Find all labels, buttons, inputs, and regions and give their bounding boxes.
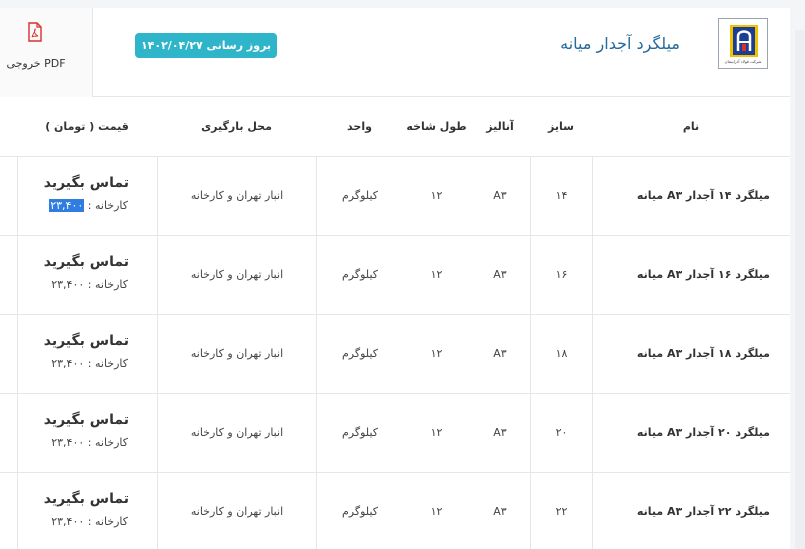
price-cell: تماس بگیرید کارخانه : ۲۳,۴۰۰ [17, 157, 157, 235]
location-cell: انبار تهران و کارخانه [157, 315, 316, 393]
pdf-export-button[interactable]: خروجی PDF [0, 8, 93, 97]
column-length-header[interactable]: طول شاخه [403, 97, 470, 157]
factory-price-label: کارخانه : [87, 436, 128, 449]
product-name[interactable]: میلگرد ۱۴ آجدار A۳ میانه [592, 157, 790, 235]
analysis-cell: A۳ [493, 426, 507, 439]
factory-price-value: ۲۳,۴۰۰ [51, 436, 85, 449]
factory-price-value: ۲۳,۴۰۰ [51, 357, 85, 370]
table-row: میلگرد ۱۶ آجدار A۳ میانه ۱۶ A۳ ۱۲ کیلوگر… [0, 236, 790, 315]
factory-price-label: کارخانه : [87, 199, 128, 212]
company-logo: شرکت فولاد آذرابیجان [718, 18, 768, 69]
length-cell: ۱۲ [430, 189, 443, 202]
analysis-cell: A۳ [493, 505, 507, 518]
contact-price[interactable]: تماس بگیرید [44, 175, 129, 191]
contact-price[interactable]: تماس بگیرید [44, 254, 129, 270]
factory-price-label: کارخانه : [87, 357, 128, 370]
table-row: میلگرد ۱۸ آجدار A۳ میانه ۱۸ A۳ ۱۲ کیلوگر… [0, 315, 790, 394]
price-cell: تماس بگیرید کارخانه : ۲۳,۴۰۰ [17, 315, 157, 393]
contact-price[interactable]: تماس بگیرید [44, 412, 129, 428]
length-cell: ۱۲ [430, 268, 443, 281]
unit-cell: کیلوگرم [316, 157, 403, 235]
product-name[interactable]: میلگرد ۲۰ آجدار A۳ میانه [592, 394, 790, 472]
price-cell: تماس بگیرید کارخانه : ۲۳,۴۰۰ [17, 394, 157, 472]
table-row: میلگرد ۲۲ آجدار A۳ میانه ۲۲ A۳ ۱۲ کیلوگر… [0, 473, 790, 549]
scrollbar-track[interactable] [795, 30, 805, 549]
size-cell: ۱۸ [530, 315, 592, 393]
analysis-cell: A۳ [493, 189, 507, 202]
factory-price: کارخانه : ۲۳,۴۰۰ [51, 436, 128, 449]
factory-price: کارخانه : ۲۳,۴۰۰ [49, 199, 128, 212]
analysis-cell: A۳ [493, 268, 507, 281]
logo-emblem-icon [730, 25, 758, 57]
price-cell: تماس بگیرید کارخانه : ۲۳,۴۰۰ [17, 236, 157, 314]
table-header: نام سایز آنالیز طول شاخه واحد محل بارگیر… [0, 97, 790, 157]
location-cell: انبار تهران و کارخانه [157, 157, 316, 235]
size-cell: ۲۲ [530, 473, 592, 549]
column-size-header[interactable]: سایز [530, 97, 592, 157]
size-cell: ۱۶ [530, 236, 592, 314]
column-name-header[interactable]: نام [592, 97, 790, 157]
table-row: میلگرد ۱۴ آجدار A۳ میانه ۱۴ A۳ ۱۲ کیلوگر… [0, 157, 790, 236]
pdf-export-label: خروجی PDF [6, 57, 66, 70]
factory-price-value: ۲۳,۴۰۰ [51, 515, 85, 528]
logo-caption: شرکت فولاد آذرابیجان [724, 59, 762, 64]
location-cell: انبار تهران و کارخانه [157, 236, 316, 314]
factory-price-label: کارخانه : [87, 278, 128, 291]
table-row: میلگرد ۲۰ آجدار A۳ میانه ۲۰ A۳ ۱۲ کیلوگر… [0, 394, 790, 473]
length-cell: ۱۲ [430, 347, 443, 360]
factory-price: کارخانه : ۲۳,۴۰۰ [51, 357, 128, 370]
page-title: میلگرد آجدار میانه [560, 34, 680, 53]
size-cell: ۱۴ [530, 157, 592, 235]
factory-price-value: ۲۳,۴۰۰ [51, 278, 85, 291]
card-header: خروجی PDF بروز رسانی ۱۴۰۲/۰۴/۲۷ میلگرد آ… [0, 8, 790, 97]
unit-cell: کیلوگرم [316, 394, 403, 472]
column-analysis-header[interactable]: آنالیز [470, 97, 530, 157]
unit-cell: کیلوگرم [316, 236, 403, 314]
location-cell: انبار تهران و کارخانه [157, 473, 316, 549]
factory-price-value-selected[interactable]: ۲۳,۴۰۰ [49, 199, 85, 212]
contact-price[interactable]: تماس بگیرید [44, 491, 129, 507]
product-name[interactable]: میلگرد ۲۲ آجدار A۳ میانه [592, 473, 790, 549]
price-cell: تماس بگیرید کارخانه : ۲۳,۴۰۰ [17, 473, 157, 549]
factory-price: کارخانه : ۲۳,۴۰۰ [51, 278, 128, 291]
factory-price-label: کارخانه : [87, 515, 128, 528]
contact-price[interactable]: تماس بگیرید [44, 333, 129, 349]
pdf-file-icon [28, 22, 42, 42]
page: خروجی PDF بروز رسانی ۱۴۰۲/۰۴/۲۷ میلگرد آ… [0, 0, 805, 549]
analysis-cell: A۳ [493, 347, 507, 360]
location-cell: انبار تهران و کارخانه [157, 394, 316, 472]
length-cell: ۱۲ [430, 505, 443, 518]
unit-cell: کیلوگرم [316, 315, 403, 393]
update-date-badge: بروز رسانی ۱۴۰۲/۰۴/۲۷ [135, 33, 277, 58]
length-cell: ۱۲ [430, 426, 443, 439]
factory-price: کارخانه : ۲۳,۴۰۰ [51, 515, 128, 528]
column-location-header[interactable]: محل بارگیری [157, 97, 316, 157]
product-name[interactable]: میلگرد ۱۶ آجدار A۳ میانه [592, 236, 790, 314]
price-card: خروجی PDF بروز رسانی ۱۴۰۲/۰۴/۲۷ میلگرد آ… [0, 8, 790, 549]
size-cell: ۲۰ [530, 394, 592, 472]
column-unit-header[interactable]: واحد [316, 97, 403, 157]
product-name[interactable]: میلگرد ۱۸ آجدار A۳ میانه [592, 315, 790, 393]
unit-cell: کیلوگرم [316, 473, 403, 549]
column-price-header[interactable]: قیمت ( تومان ) [17, 97, 157, 157]
